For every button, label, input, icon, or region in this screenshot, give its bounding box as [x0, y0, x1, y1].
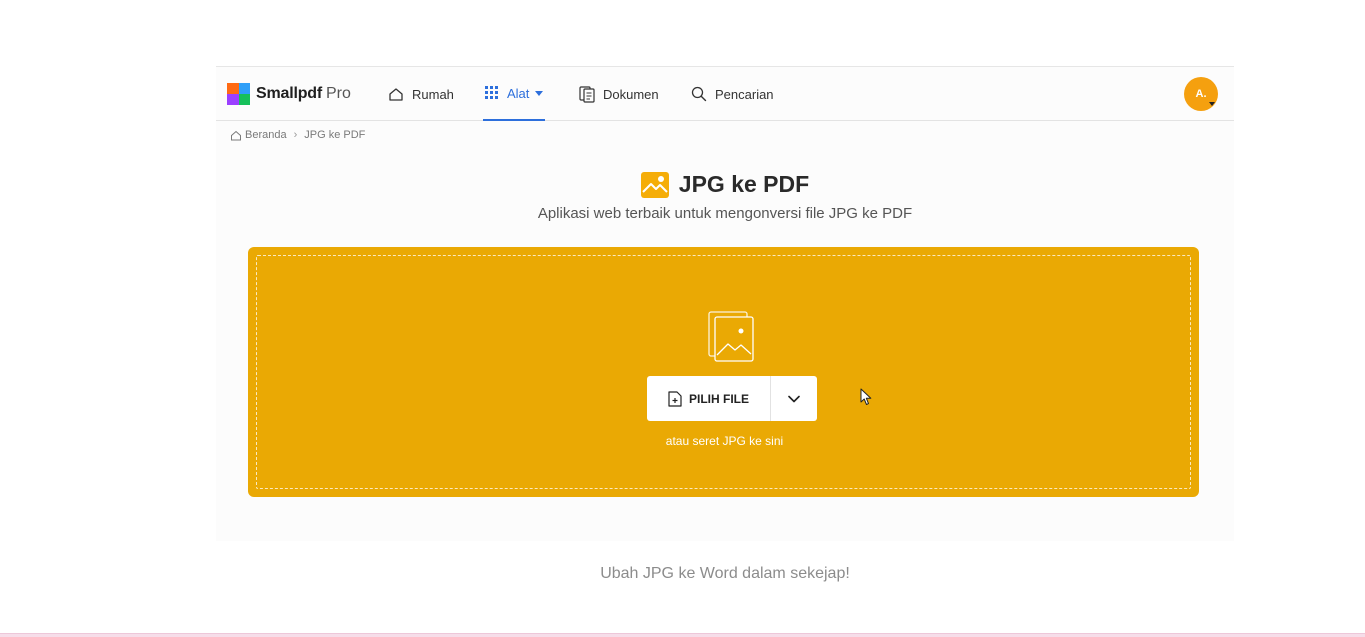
top-navbar: Smallpdf Pro Rumah Alat Dokumen Pencaria…	[216, 67, 1234, 121]
chevron-down-icon	[535, 90, 544, 96]
logo-mark-icon	[227, 83, 250, 105]
breadcrumb: Beranda › JPG ke PDF	[230, 129, 365, 141]
brand-name: Smallpdf	[256, 85, 322, 102]
breadcrumb-separator: ›	[293, 129, 298, 141]
breadcrumb-home-link[interactable]: Beranda	[245, 129, 287, 141]
app-frame: Smallpdf Pro Rumah Alat Dokumen Pencaria…	[216, 66, 1234, 541]
user-avatar[interactable]: A.	[1184, 77, 1218, 111]
section-heading: Ubah JPG ke Word dalam sekejap!	[600, 565, 850, 582]
page-subtitle: Aplikasi web terbaik untuk mengonversi f…	[537, 205, 913, 222]
avatar-initials: A.	[1195, 88, 1207, 100]
dropzone-dashed-border: PILIH FILE atau seret JPG ke sini	[256, 255, 1191, 489]
choose-file-label: PILIH FILE	[689, 391, 749, 406]
nav-label-rumah: Rumah	[412, 86, 454, 102]
tool-header: JPG ke PDF	[216, 171, 1234, 198]
chevron-down-icon	[788, 395, 800, 402]
choose-file-options-toggle[interactable]	[771, 376, 817, 421]
home-icon	[389, 87, 403, 101]
nav-label-pencarian: Pencarian	[715, 86, 774, 102]
nav-label-dokumen: Dokumen	[603, 86, 659, 102]
file-dropzone[interactable]: PILIH FILE atau seret JPG ke sini	[248, 247, 1199, 497]
nav-item-pencarian[interactable]: Pencarian	[691, 67, 774, 121]
nav-item-dokumen[interactable]: Dokumen	[579, 67, 659, 121]
search-icon	[691, 86, 707, 102]
choose-file-button[interactable]: PILIH FILE	[647, 376, 771, 421]
image-document-icon	[708, 311, 754, 362]
drop-hint: atau seret JPG ke sini	[665, 434, 784, 448]
smallpdf-logo[interactable]: Smallpdf Pro	[227, 82, 351, 106]
home-icon	[231, 130, 241, 140]
bottom-divider	[0, 633, 1365, 637]
mouse-cursor-icon	[860, 388, 872, 405]
nav-item-rumah[interactable]: Rumah	[388, 67, 454, 121]
file-plus-icon	[668, 390, 682, 407]
avatar-chevron-icon	[1209, 102, 1215, 106]
nav-item-alat[interactable]: Alat	[483, 67, 546, 121]
documents-icon	[579, 85, 595, 103]
breadcrumb-current: JPG ke PDF	[304, 129, 366, 141]
page-title: JPG ke PDF	[678, 171, 810, 197]
page: Smallpdf Pro Rumah Alat Dokumen Pencaria…	[0, 0, 1365, 637]
brand-tier: Pro	[325, 85, 351, 102]
grid-icon	[485, 86, 498, 99]
image-file-icon	[640, 171, 669, 198]
choose-file-button-group: PILIH FILE	[647, 376, 817, 421]
nav-label-alat: Alat	[507, 85, 530, 101]
